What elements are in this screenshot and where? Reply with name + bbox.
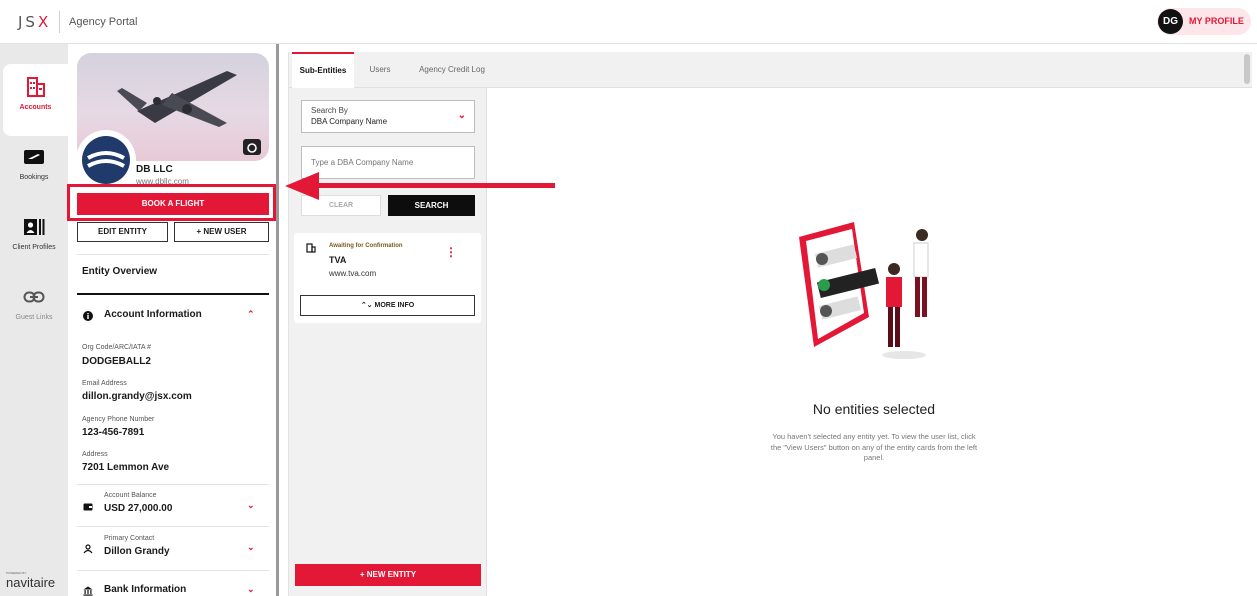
- search-by-select[interactable]: Search By DBA Company Name ⌄: [301, 100, 475, 133]
- entity-name: DB LLC: [136, 164, 173, 175]
- phone-label: Agency Phone Number: [82, 416, 155, 423]
- org-code-label: Org Code/ARC/IATA #: [82, 344, 151, 351]
- phone-value: 123-456-7891: [82, 427, 145, 438]
- arrow-pointer: [285, 172, 555, 200]
- sub-entities-panel: Search By DBA Company Name ⌄ CLEAR SEARC…: [289, 88, 487, 596]
- account-information-header[interactable]: Account Information: [104, 309, 202, 320]
- expand-icon: ⌃⌄: [360, 302, 375, 309]
- nav-rail: Accounts Bookings Client Profiles Guest …: [0, 44, 68, 596]
- sub-entity-url: www.tva.com: [329, 269, 377, 278]
- chevron-down-icon: ⌄: [457, 110, 466, 121]
- my-profile-button[interactable]: DG MY PROFILE: [1157, 8, 1251, 35]
- tab-agency-credit-log[interactable]: Agency Credit Log: [403, 52, 501, 88]
- account-balance-value: USD 27,000.00: [104, 503, 173, 514]
- entity-logo: [76, 130, 136, 190]
- link-icon: [23, 291, 45, 303]
- client-profiles-icon: [24, 219, 45, 235]
- rail-item-client-profiles[interactable]: Client Profiles: [0, 204, 68, 276]
- account-balance-label: Account Balance: [104, 492, 157, 499]
- sub-entity-card[interactable]: Awaiting for Confirmation TVA www.tva.co…: [294, 233, 481, 323]
- info-icon: [83, 311, 93, 321]
- empty-state-title: No entities selected: [812, 401, 936, 417]
- address-label: Address: [82, 451, 108, 458]
- portal-name: Agency Portal: [69, 16, 138, 28]
- rail-label-bookings: Bookings: [19, 174, 49, 181]
- bank-information-header[interactable]: Bank Information: [104, 584, 186, 595]
- building-icon: [306, 243, 316, 253]
- highlight-box: [67, 184, 276, 221]
- camera-icon[interactable]: [243, 139, 261, 155]
- status-badge: Awaiting for Confirmation: [329, 243, 403, 249]
- wallet-icon: [83, 503, 93, 511]
- email-value: dillon.grandy@jsx.com: [82, 391, 192, 402]
- empty-state-text: You haven't selected any entity yet. To …: [770, 432, 978, 462]
- logo-separator: [59, 11, 60, 33]
- entity-overview-title: Entity Overview: [82, 266, 158, 277]
- contact-icon: [83, 544, 93, 554]
- scrollbar[interactable]: [1244, 54, 1250, 84]
- tab-sub-entities[interactable]: Sub-Entities: [292, 52, 354, 88]
- rail-item-guest-links[interactable]: Guest Links: [0, 274, 68, 346]
- accounts-icon: [26, 77, 45, 97]
- rail-label-accounts: Accounts: [19, 104, 52, 111]
- bank-icon: [83, 586, 93, 596]
- my-profile-label: MY PROFILE: [1189, 16, 1244, 26]
- primary-contact-label: Primary Contact: [104, 535, 155, 542]
- search-by-value: DBA Company Name: [311, 117, 388, 126]
- jsx-logo[interactable]: JSX: [18, 13, 51, 31]
- navitaire-logo: navitaire: [6, 575, 56, 590]
- tab-bar: Sub-Entities Users Agency Credit Log: [289, 52, 1252, 88]
- divider: [77, 254, 269, 255]
- entity-panel: DB LLC www.dbllc.com BOOK A FLIGHT EDIT …: [68, 44, 276, 596]
- plane-ticket-icon: [24, 150, 44, 164]
- rail-item-bookings[interactable]: Bookings: [0, 134, 68, 206]
- new-entity-button[interactable]: + NEW ENTITY: [295, 564, 481, 586]
- kebab-menu-icon[interactable]: ⋮: [445, 245, 457, 259]
- panel-divider[interactable]: [276, 44, 279, 596]
- primary-contact-value: Dillon Grandy: [104, 546, 170, 557]
- empty-state-illustration: [799, 222, 929, 359]
- org-code-value: DODGEBALL2: [82, 356, 151, 367]
- rail-item-accounts[interactable]: Accounts: [3, 64, 68, 136]
- divider: [77, 570, 269, 571]
- section-underline: [77, 293, 269, 295]
- rail-label-guest-links: Guest Links: [15, 314, 53, 321]
- email-label: Email Address: [82, 380, 127, 387]
- tab-users[interactable]: Users: [360, 52, 400, 88]
- more-info-label: MORE INFO: [374, 302, 415, 309]
- chevron-down-icon[interactable]: ⌄: [247, 584, 255, 595]
- search-by-label: Search By: [311, 106, 348, 115]
- chevron-down-icon[interactable]: ⌄: [247, 542, 255, 553]
- avatar: DG: [1158, 9, 1183, 34]
- sub-entity-title: TVA: [329, 255, 347, 265]
- rail-label-client-profiles: Client Profiles: [12, 244, 56, 251]
- top-bar: JSX Agency Portal DG MY PROFILE: [0, 0, 1257, 44]
- divider: [77, 526, 269, 527]
- new-user-button[interactable]: + NEW USER: [174, 222, 269, 242]
- main-panel: Sub-Entities Users Agency Credit Log Sea…: [288, 52, 1252, 596]
- chevron-up-icon[interactable]: ⌃: [247, 309, 255, 320]
- divider: [77, 484, 269, 485]
- more-info-button[interactable]: ⌃⌄ MORE INFO: [300, 295, 475, 316]
- address-value: 7201 Lemmon Ave: [82, 462, 170, 473]
- edit-entity-button[interactable]: EDIT ENTITY: [77, 222, 168, 242]
- chevron-down-icon[interactable]: ⌄: [247, 500, 255, 511]
